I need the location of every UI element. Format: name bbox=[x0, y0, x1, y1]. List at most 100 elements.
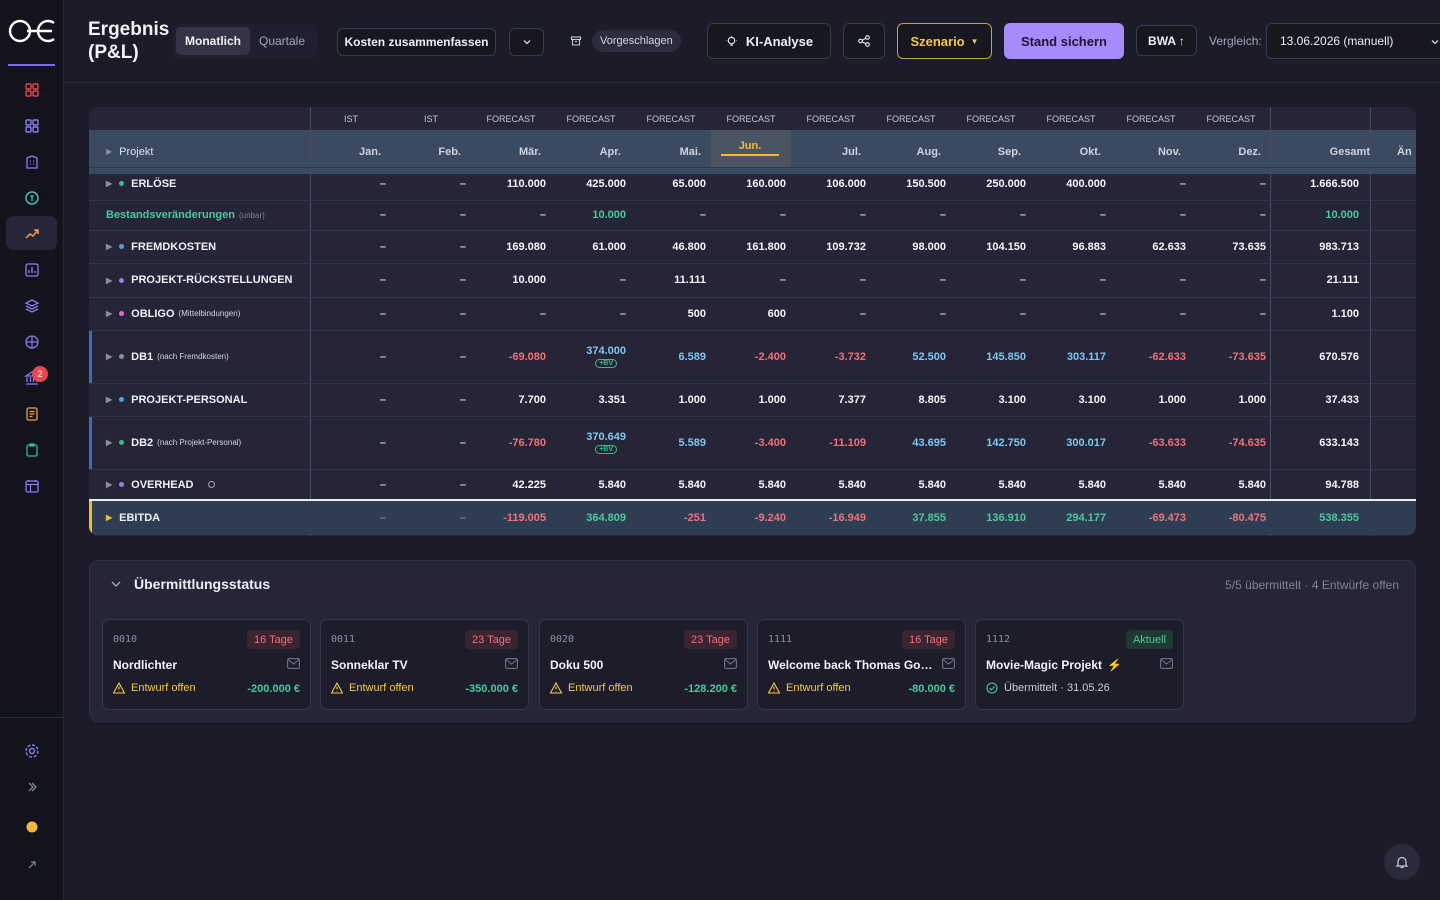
value-cell[interactable]: – bbox=[1191, 167, 1266, 200]
value-cell[interactable]: – bbox=[951, 200, 1026, 230]
sidebar-item-global[interactable] bbox=[0, 324, 64, 360]
value-cell[interactable]: 500 bbox=[631, 297, 706, 330]
dropdown-button[interactable] bbox=[509, 28, 544, 56]
mail-icon[interactable] bbox=[1160, 658, 1173, 669]
sidebar-item-company[interactable] bbox=[0, 144, 64, 180]
value-cell[interactable]: – bbox=[1111, 167, 1186, 200]
value-cell[interactable]: – bbox=[871, 297, 946, 330]
project-card[interactable]: 1112 Aktuell Movie-Magic Projekt ⚡ Übermitte… bbox=[975, 619, 1184, 710]
value-cell[interactable]: 400.000 bbox=[1031, 167, 1106, 200]
value-cell[interactable]: -69.473 bbox=[1111, 500, 1186, 535]
suggested-chip[interactable]: Vorgeschlagen bbox=[592, 30, 681, 52]
value-cell[interactable]: 169.080 bbox=[471, 230, 546, 263]
value-cell[interactable]: 1.000 bbox=[1191, 383, 1266, 416]
value-cell[interactable]: 43.695 bbox=[871, 416, 946, 469]
notifications-button[interactable] bbox=[1384, 844, 1420, 880]
value-cell[interactable]: 150.500 bbox=[871, 167, 946, 200]
scenario-button[interactable]: Szenario ▼ bbox=[897, 23, 992, 59]
value-cell[interactable]: 8.805 bbox=[871, 383, 946, 416]
project-card[interactable]: 0020 23 Tage Doku 500 Entwurf offen -128.200… bbox=[539, 619, 748, 710]
value-cell[interactable]: 250.000 bbox=[951, 167, 1026, 200]
sidebar-item-bank[interactable] bbox=[0, 360, 64, 396]
value-cell[interactable]: – bbox=[951, 297, 1026, 330]
value-cell[interactable]: 7.377 bbox=[791, 383, 866, 416]
value-cell[interactable]: -73.635 bbox=[1191, 330, 1266, 383]
value-cell[interactable]: – bbox=[311, 263, 386, 297]
value-cell[interactable]: 37.855 bbox=[871, 500, 946, 535]
project-card[interactable]: 0010 16 Tage Nordlichter Entwurf offen -200.… bbox=[102, 619, 311, 710]
sidebar-item-reports[interactable] bbox=[0, 252, 64, 288]
value-cell[interactable]: – bbox=[311, 330, 386, 383]
ai-analysis-button[interactable]: KI-Analyse bbox=[707, 23, 831, 59]
value-cell[interactable]: – bbox=[1111, 200, 1186, 230]
value-cell[interactable]: 364.809 bbox=[551, 500, 626, 535]
value-cell[interactable]: – bbox=[311, 500, 386, 535]
value-cell[interactable]: – bbox=[311, 230, 386, 263]
value-cell[interactable]: – bbox=[391, 230, 466, 263]
app-logo[interactable] bbox=[6, 16, 58, 46]
value-cell[interactable]: 104.150 bbox=[951, 230, 1026, 263]
value-cell[interactable]: – bbox=[1031, 297, 1106, 330]
value-cell[interactable]: – bbox=[391, 263, 466, 297]
save-state-button[interactable]: Stand sichern bbox=[1004, 23, 1124, 59]
row-label[interactable]: ▶ OVERHEAD bbox=[106, 469, 215, 500]
value-cell[interactable]: 3.351 bbox=[551, 383, 626, 416]
value-cell[interactable]: – bbox=[551, 297, 626, 330]
view-monthly-toggle[interactable]: Monatlich bbox=[176, 27, 250, 55]
sidebar-item-calendar[interactable] bbox=[0, 468, 64, 504]
value-cell[interactable]: 160.000 bbox=[711, 167, 786, 200]
value-cell[interactable]: – bbox=[1191, 263, 1266, 297]
value-cell[interactable]: 109.732 bbox=[791, 230, 866, 263]
value-cell[interactable]: 374.000 +BV bbox=[551, 330, 626, 383]
sidebar-item-pnl[interactable] bbox=[0, 216, 64, 252]
value-cell[interactable]: – bbox=[1031, 200, 1106, 230]
value-cell[interactable]: – bbox=[791, 200, 866, 230]
value-cell[interactable]: -63.633 bbox=[1111, 416, 1186, 469]
value-cell[interactable]: – bbox=[791, 297, 866, 330]
value-cell[interactable]: 7.700 bbox=[471, 383, 546, 416]
project-card[interactable]: 1111 16 Tage Welcome back Thomas Gotts... E… bbox=[757, 619, 966, 710]
value-cell[interactable]: 5.840 bbox=[871, 469, 946, 500]
value-cell[interactable]: 136.910 bbox=[951, 500, 1026, 535]
value-cell[interactable]: 46.800 bbox=[631, 230, 706, 263]
value-cell[interactable]: – bbox=[1031, 263, 1106, 297]
value-cell[interactable]: -251 bbox=[631, 500, 706, 535]
value-cell[interactable]: 3.100 bbox=[951, 383, 1026, 416]
settings-button[interactable] bbox=[0, 743, 64, 759]
value-cell[interactable]: 106.000 bbox=[791, 167, 866, 200]
value-cell[interactable]: 110.000 bbox=[471, 167, 546, 200]
info-circle-icon[interactable] bbox=[207, 481, 215, 488]
value-cell[interactable]: – bbox=[311, 297, 386, 330]
expand-sidebar-button[interactable] bbox=[0, 781, 64, 793]
value-cell[interactable]: 303.117 bbox=[1031, 330, 1106, 383]
value-cell[interactable]: 42.225 bbox=[471, 469, 546, 500]
value-cell[interactable]: – bbox=[391, 469, 466, 500]
value-cell[interactable]: 5.840 bbox=[951, 469, 1026, 500]
value-cell[interactable]: 5.589 bbox=[631, 416, 706, 469]
value-cell[interactable]: – bbox=[391, 297, 466, 330]
value-cell[interactable]: – bbox=[711, 263, 786, 297]
mail-icon[interactable] bbox=[505, 658, 518, 669]
archive-button[interactable] bbox=[570, 34, 582, 52]
value-cell[interactable]: – bbox=[471, 297, 546, 330]
value-cell[interactable]: – bbox=[311, 167, 386, 200]
value-cell[interactable]: 1.000 bbox=[631, 383, 706, 416]
value-cell[interactable]: -11.109 bbox=[791, 416, 866, 469]
value-cell[interactable]: – bbox=[871, 263, 946, 297]
row-label[interactable]: ▶ PROJEKT-RÜCKSTELLUNGEN bbox=[106, 263, 293, 297]
value-cell[interactable]: -9.240 bbox=[711, 500, 786, 535]
value-cell[interactable]: – bbox=[1111, 297, 1186, 330]
value-cell[interactable]: – bbox=[1191, 297, 1266, 330]
sidebar-item-dashboard[interactable] bbox=[0, 108, 64, 144]
value-cell[interactable]: – bbox=[551, 263, 626, 297]
value-cell[interactable]: 11.111 bbox=[631, 263, 706, 297]
row-label[interactable]: ▶ PROJEKT-PERSONAL bbox=[106, 383, 247, 416]
value-cell[interactable]: – bbox=[391, 416, 466, 469]
value-cell[interactable]: 5.840 bbox=[631, 469, 706, 500]
value-cell[interactable]: -3.400 bbox=[711, 416, 786, 469]
value-cell[interactable]: 62.633 bbox=[1111, 230, 1186, 263]
value-cell[interactable]: 6.589 bbox=[631, 330, 706, 383]
value-cell[interactable]: – bbox=[791, 263, 866, 297]
row-label[interactable]: ▶ FREMDKOSTEN bbox=[106, 230, 216, 263]
value-cell[interactable]: -80.475 bbox=[1191, 500, 1266, 535]
